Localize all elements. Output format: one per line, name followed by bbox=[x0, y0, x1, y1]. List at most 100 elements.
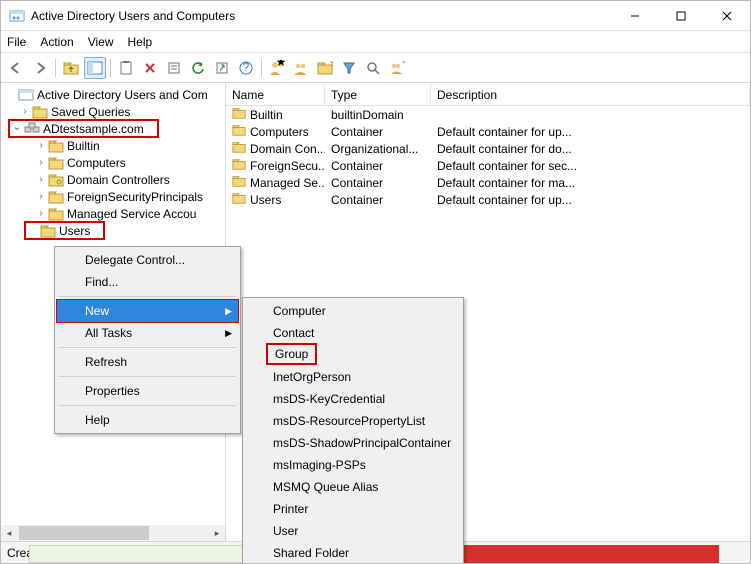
scrollbar-thumb[interactable] bbox=[19, 526, 149, 540]
new-group-button[interactable] bbox=[290, 57, 312, 79]
ctx-new-sharedfolder[interactable]: Shared Folder bbox=[245, 542, 461, 564]
ctx-new-inetorgperson[interactable]: InetOrgPerson bbox=[245, 366, 461, 388]
up-folder-button[interactable] bbox=[60, 57, 82, 79]
ctx-new-keycredential[interactable]: msDS-KeyCredential bbox=[245, 388, 461, 410]
tree-builtin[interactable]: › Builtin bbox=[1, 137, 225, 154]
tree-domain-controllers[interactable]: › Domain Controllers bbox=[1, 171, 225, 188]
find-button[interactable] bbox=[362, 57, 384, 79]
list-row[interactable]: UsersContainerDefault container for up..… bbox=[226, 191, 750, 208]
back-button[interactable] bbox=[5, 57, 27, 79]
list-row[interactable]: ForeignSecu...ContainerDefault container… bbox=[226, 157, 750, 174]
ctx-find[interactable]: Find... bbox=[57, 271, 238, 293]
menu-separator bbox=[59, 376, 236, 377]
ctx-new[interactable]: New ▶ bbox=[57, 300, 238, 322]
cell-desc: Default container for sec... bbox=[431, 159, 750, 173]
expand-icon[interactable]: › bbox=[35, 191, 47, 202]
ctx-new-shadowprincipal[interactable]: msDS-ShadowPrincipalContainer bbox=[245, 432, 461, 454]
toolbar-separator bbox=[110, 59, 111, 77]
properties-button[interactable] bbox=[163, 57, 185, 79]
tree-fsp[interactable]: › ForeignSecurityPrincipals bbox=[1, 188, 225, 205]
show-hide-tree-button[interactable] bbox=[84, 57, 106, 79]
ctx-label: User bbox=[273, 524, 298, 538]
scroll-left-icon[interactable]: ◂ bbox=[1, 525, 17, 541]
ctx-new-user[interactable]: User bbox=[245, 520, 461, 542]
ctx-new-computer[interactable]: Computer bbox=[245, 300, 461, 322]
expand-icon[interactable]: › bbox=[35, 208, 47, 219]
cell-type: builtinDomain bbox=[325, 108, 431, 122]
ctx-new-contact[interactable]: Contact bbox=[245, 322, 461, 344]
new-user-button[interactable]: ★ bbox=[266, 57, 288, 79]
help-button[interactable]: ? bbox=[235, 57, 257, 79]
expand-icon[interactable]: › bbox=[35, 174, 47, 185]
folder-icon bbox=[232, 106, 246, 123]
ctx-label: MSMQ Queue Alias bbox=[273, 480, 378, 494]
ctx-label: Find... bbox=[85, 275, 118, 289]
ctx-help[interactable]: Help bbox=[57, 409, 238, 431]
menu-help[interactable]: Help bbox=[128, 35, 153, 49]
ctx-new-msmq[interactable]: MSMQ Queue Alias bbox=[245, 476, 461, 498]
list-row[interactable]: Domain Con...Organizational...Default co… bbox=[226, 140, 750, 157]
tree-root-label: Active Directory Users and Com bbox=[37, 88, 208, 102]
expand-icon[interactable]: › bbox=[35, 140, 47, 151]
ctx-label: Properties bbox=[85, 384, 140, 398]
ctx-label: msDS-KeyCredential bbox=[273, 392, 385, 406]
list-row[interactable]: BuiltinbuiltinDomain bbox=[226, 106, 750, 123]
delete-button[interactable] bbox=[139, 57, 161, 79]
tree-label: ForeignSecurityPrincipals bbox=[67, 190, 203, 204]
cell-name: Domain Con... bbox=[250, 142, 325, 156]
list-row[interactable]: ComputersContainerDefault container for … bbox=[226, 123, 750, 140]
close-button[interactable] bbox=[704, 1, 750, 31]
list-row[interactable]: Managed Se...ContainerDefault container … bbox=[226, 174, 750, 191]
tree-scrollbar[interactable]: ◂ ▸ bbox=[1, 525, 225, 541]
export-button[interactable] bbox=[211, 57, 233, 79]
cell-type: Container bbox=[325, 159, 431, 173]
tree-users[interactable]: Users bbox=[1, 222, 225, 239]
ctx-properties[interactable]: Properties bbox=[57, 380, 238, 402]
collapse-icon[interactable]: › bbox=[12, 123, 23, 135]
menu-file[interactable]: File bbox=[7, 35, 26, 49]
svg-text:★: ★ bbox=[276, 60, 285, 69]
tree-saved-queries[interactable]: › Saved Queries bbox=[1, 103, 225, 120]
menu-action[interactable]: Action bbox=[40, 35, 73, 49]
svg-text:+: + bbox=[402, 60, 405, 69]
tree-domain[interactable]: › ADtestsample.com bbox=[1, 120, 225, 137]
refresh-button[interactable] bbox=[187, 57, 209, 79]
cell-desc: Default container for up... bbox=[431, 193, 750, 207]
ctx-label: Contact bbox=[273, 326, 314, 340]
expand-icon[interactable]: › bbox=[35, 157, 47, 168]
filter-button[interactable] bbox=[338, 57, 360, 79]
menu-separator bbox=[59, 296, 236, 297]
expand-icon[interactable]: › bbox=[19, 106, 31, 117]
ctx-all-tasks[interactable]: All Tasks▶ bbox=[57, 322, 238, 344]
tree-label: Saved Queries bbox=[51, 105, 130, 119]
ctx-new-resourcepropertylist[interactable]: msDS-ResourcePropertyList bbox=[245, 410, 461, 432]
ctx-new-printer[interactable]: Printer bbox=[245, 498, 461, 520]
maximize-button[interactable] bbox=[658, 1, 704, 31]
ctx-label: Delegate Control... bbox=[85, 253, 185, 267]
domain-icon bbox=[24, 121, 40, 137]
scroll-right-icon[interactable]: ▸ bbox=[209, 525, 225, 541]
ctx-label: Printer bbox=[273, 502, 308, 516]
col-header-name[interactable]: Name bbox=[226, 84, 325, 105]
cell-type: Container bbox=[325, 125, 431, 139]
forward-button[interactable] bbox=[29, 57, 51, 79]
minimize-button[interactable] bbox=[612, 1, 658, 31]
ctx-new-group[interactable]: Group Group bbox=[245, 344, 461, 366]
tree-computers[interactable]: › Computers bbox=[1, 154, 225, 171]
context-menu: Delegate Control... Find... New ▶ All Ta… bbox=[54, 246, 241, 434]
ctx-refresh[interactable]: Refresh bbox=[57, 351, 238, 373]
new-ou-button[interactable]: ★ bbox=[314, 57, 336, 79]
tree-root[interactable]: Active Directory Users and Com bbox=[1, 86, 225, 103]
list-header: Name Type Description bbox=[226, 84, 750, 106]
col-header-desc[interactable]: Description bbox=[431, 84, 750, 105]
menu-view[interactable]: View bbox=[88, 35, 114, 49]
add-to-group-button[interactable]: + bbox=[386, 57, 408, 79]
menubar: File Action View Help bbox=[1, 31, 750, 53]
ctx-delegate-control[interactable]: Delegate Control... bbox=[57, 249, 238, 271]
ctx-label: msDS-ShadowPrincipalContainer bbox=[273, 436, 451, 450]
tree-msa[interactable]: › Managed Service Accou bbox=[1, 205, 225, 222]
cut-button[interactable] bbox=[115, 57, 137, 79]
ctx-new-msimaging[interactable]: msImaging-PSPs bbox=[245, 454, 461, 476]
col-header-type[interactable]: Type bbox=[325, 84, 431, 105]
menu-separator bbox=[59, 347, 236, 348]
